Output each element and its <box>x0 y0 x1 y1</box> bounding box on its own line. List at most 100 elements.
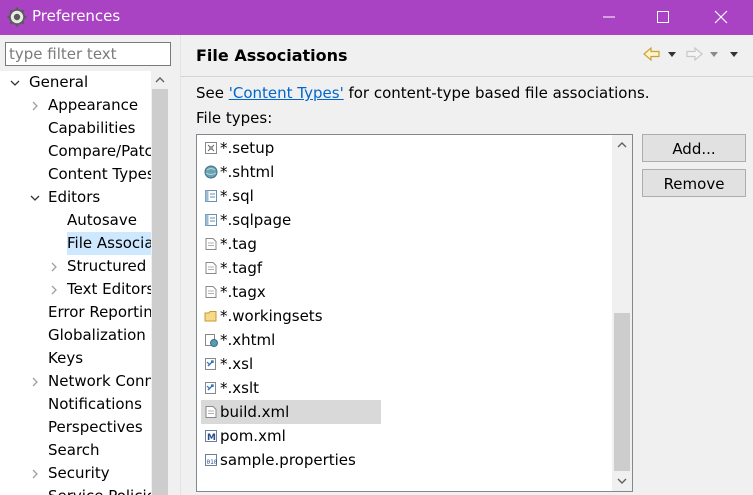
view-menu-icon[interactable] <box>730 52 738 57</box>
maximize-icon <box>657 11 669 23</box>
tree-item-label: Keys <box>48 349 84 367</box>
tree-item-label: Error Reporting <box>48 303 151 321</box>
tree-item-text-editors[interactable]: Text Editors <box>0 278 151 301</box>
text-file-icon <box>205 238 217 250</box>
tree-item-label: Text Editors <box>67 280 151 298</box>
scroll-down-icon[interactable] <box>612 471 632 491</box>
back-dropdown-icon[interactable] <box>668 52 676 57</box>
svg-text:010: 010 <box>207 459 218 466</box>
description-prefix: See <box>196 84 229 102</box>
remove-button[interactable]: Remove <box>642 169 746 197</box>
tree-item-label: Perspectives <box>48 418 143 436</box>
history-navigation[interactable] <box>640 44 750 64</box>
close-button[interactable] <box>698 0 744 35</box>
add-button[interactable]: Add... <box>642 134 746 162</box>
tree-item-label: Security <box>48 464 110 482</box>
tree-item-file-associations[interactable]: File Associations <box>0 232 151 255</box>
chevron-down-icon[interactable] <box>30 193 40 203</box>
file-types-scrollbar[interactable] <box>612 135 632 491</box>
text-file-icon <box>205 406 217 418</box>
tree-item-autosave[interactable]: Autosave <box>0 209 151 232</box>
gear-icon <box>7 7 27 27</box>
tree-scroll-thumb[interactable] <box>152 89 168 495</box>
tree-item-notifications[interactable]: Notifications <box>0 393 151 416</box>
tree-item-capabilities[interactable]: Capabilities <box>0 117 151 140</box>
tree-item-label: Service Policies <box>48 485 151 495</box>
scroll-up-icon[interactable] <box>612 135 632 155</box>
tree-item-general[interactable]: General <box>0 71 151 94</box>
tree-item-label: Network Connections <box>48 372 151 390</box>
chevron-right-icon[interactable] <box>30 469 40 479</box>
tree-item-compare-patch[interactable]: Compare/Patch <box>0 140 151 163</box>
setup-icon <box>205 142 217 154</box>
file-type-name: *.setup <box>220 139 275 157</box>
description: See 'Content Types' for content-type bas… <box>196 84 650 102</box>
tree-item-label: Autosave <box>67 211 137 229</box>
tree-item-label: File Associations <box>67 232 151 255</box>
tree-item-network-connections[interactable]: Network Connections <box>0 370 151 393</box>
file-type-name: build.xml <box>220 403 290 421</box>
preferences-tree[interactable]: General Appearance Capabilities Compare/Pat… <box>0 71 151 495</box>
file-type-name: *.workingsets <box>220 307 323 325</box>
filter-input[interactable] <box>5 42 171 66</box>
tree-item-label: Appearance <box>48 96 139 114</box>
folder-icon <box>204 311 217 322</box>
minimize-button[interactable] <box>586 0 632 35</box>
sql-icon <box>205 214 217 226</box>
tree-item-label: Globalization <box>48 326 146 344</box>
globe-icon <box>204 165 218 179</box>
chevron-right-icon[interactable] <box>49 262 59 272</box>
tree-item-service-policies[interactable]: Service Policies <box>0 485 151 495</box>
content-types-link[interactable]: 'Content Types' <box>229 84 344 102</box>
tree-item-security[interactable]: Security <box>0 462 151 485</box>
chevron-right-icon[interactable] <box>49 285 59 295</box>
minimize-icon <box>603 16 615 18</box>
tree-item-error-reporting[interactable]: Error Reporting <box>0 301 151 324</box>
header-separator <box>181 76 753 77</box>
file-types-label: File types: <box>196 109 273 127</box>
file-type-name: *.sqlpage <box>220 211 292 229</box>
tree-item-label: Notifications <box>48 395 142 413</box>
file-type-name: *.tagf <box>220 259 263 277</box>
maximize-button[interactable] <box>640 0 686 35</box>
chevron-right-icon[interactable] <box>30 101 40 111</box>
file-type-name: *.shtml <box>220 163 275 181</box>
back-arrow-icon[interactable] <box>643 46 660 62</box>
tree-item-content-types[interactable]: Content Types <box>0 163 151 186</box>
file-type-name: *.sql <box>220 187 254 205</box>
title-bar[interactable]: Preferences <box>0 0 753 35</box>
forward-arrow-icon[interactable] <box>686 46 703 62</box>
scroll-up-icon[interactable] <box>151 71 169 89</box>
file-type-name: *.xsl <box>220 355 254 373</box>
file-types-scroll-thumb[interactable] <box>614 313 630 471</box>
file-type-item[interactable]: build.xml <box>201 400 381 424</box>
chevron-down-icon[interactable] <box>10 78 20 88</box>
tree-item-structured-text-editors[interactable]: Structured Text Editors <box>0 255 151 278</box>
tree-item-label: Structured Text Editors <box>67 257 151 275</box>
file-types-list[interactable]: *.setup *.shtml *.sql *.sqlpage *.tag *.tagf *… <box>196 134 633 492</box>
tree-item-globalization[interactable]: Globalization <box>0 324 151 347</box>
tree-item-label: General <box>29 73 89 91</box>
tree-item-search[interactable]: Search <box>0 439 151 462</box>
tree-item-label: Search <box>48 441 100 459</box>
xhtml-icon <box>205 334 218 347</box>
xsl-icon <box>205 382 216 394</box>
text-file-icon <box>205 286 217 298</box>
window-title: Preferences <box>32 7 121 25</box>
tree-item-editors[interactable]: Editors <box>0 186 151 209</box>
tree-item-keys[interactable]: Keys <box>0 347 151 370</box>
chevron-right-icon[interactable] <box>30 377 40 387</box>
file-type-name: pom.xml <box>220 427 286 445</box>
tree-scrollbar[interactable] <box>151 71 169 495</box>
tree-item-perspectives[interactable]: Perspectives <box>0 416 151 439</box>
properties-icon: 010 <box>205 454 218 466</box>
maven-icon: M <box>205 430 217 443</box>
sash-divider[interactable] <box>180 35 181 495</box>
close-icon <box>714 10 728 24</box>
file-type-name: *.xslt <box>220 379 260 397</box>
tree-item-appearance[interactable]: Appearance <box>0 94 151 117</box>
forward-dropdown-icon[interactable] <box>710 52 718 57</box>
xsl-icon <box>205 358 216 370</box>
description-suffix: for content-type based file associations… <box>343 84 650 102</box>
file-type-name: sample.properties <box>220 451 356 469</box>
